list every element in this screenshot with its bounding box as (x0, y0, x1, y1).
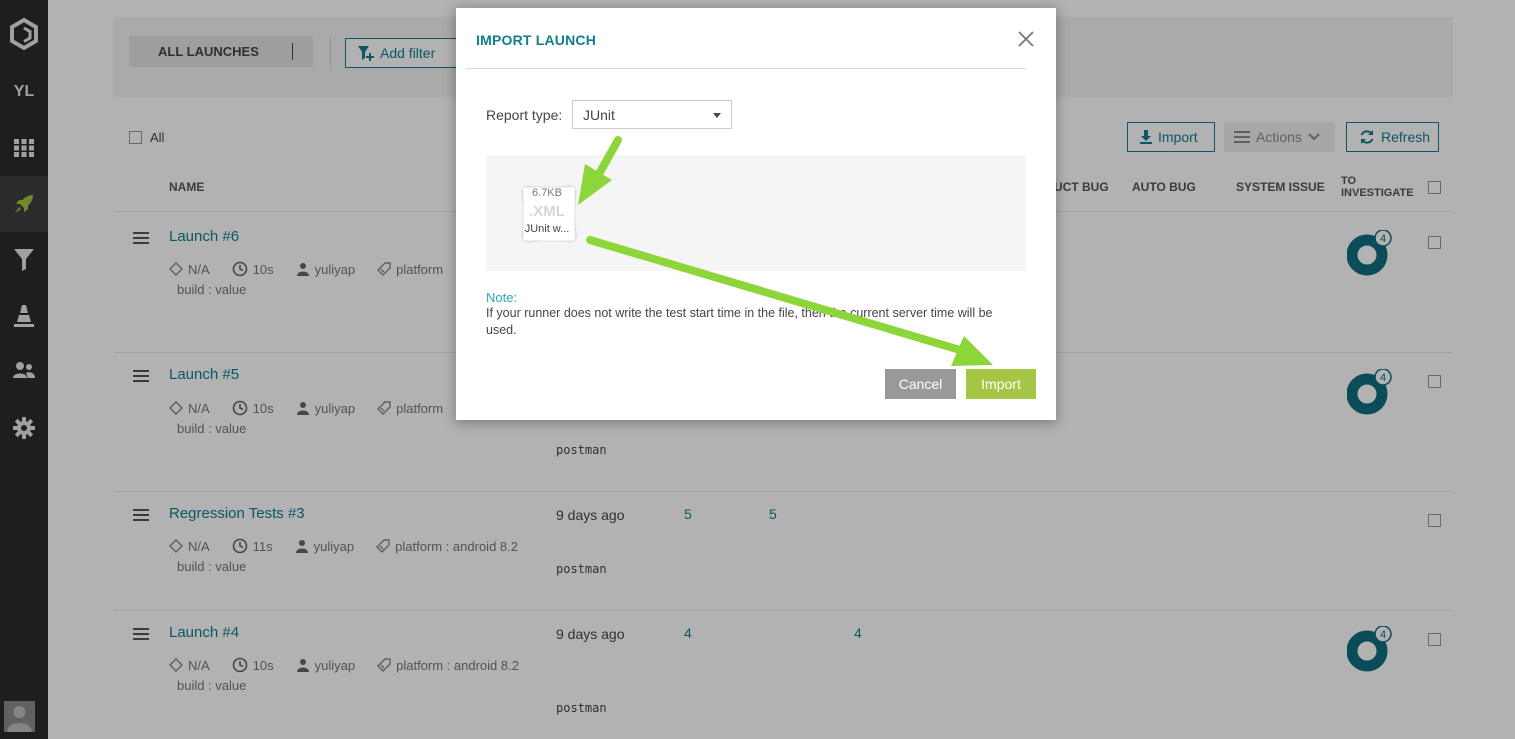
close-icon[interactable] (1016, 29, 1036, 49)
modal-title: IMPORT LAUNCH (476, 32, 597, 48)
caret-down-icon (713, 113, 721, 118)
report-type-value: JUnit (583, 106, 615, 123)
note-text: If your runner does not write the test s… (486, 306, 993, 337)
import-launch-modal: IMPORT LAUNCH Report type: JUnit 6.7KB .… (456, 8, 1056, 420)
modal-divider (466, 68, 1026, 69)
import-submit-button[interactable]: Import (966, 369, 1036, 399)
uploaded-file[interactable]: 6.7KB .XML JUnit w... (518, 183, 578, 244)
file-extension: .XML (529, 203, 565, 220)
cancel-button[interactable]: Cancel (885, 369, 956, 399)
note-label: Note: (486, 290, 518, 305)
file-size: 6.7KB (532, 187, 562, 199)
file-dropzone[interactable]: 6.7KB .XML JUnit w... (486, 155, 1026, 271)
report-type-select[interactable]: JUnit (572, 100, 732, 129)
report-type-label: Report type: (486, 107, 563, 123)
file-name: JUnit w... (524, 223, 570, 235)
